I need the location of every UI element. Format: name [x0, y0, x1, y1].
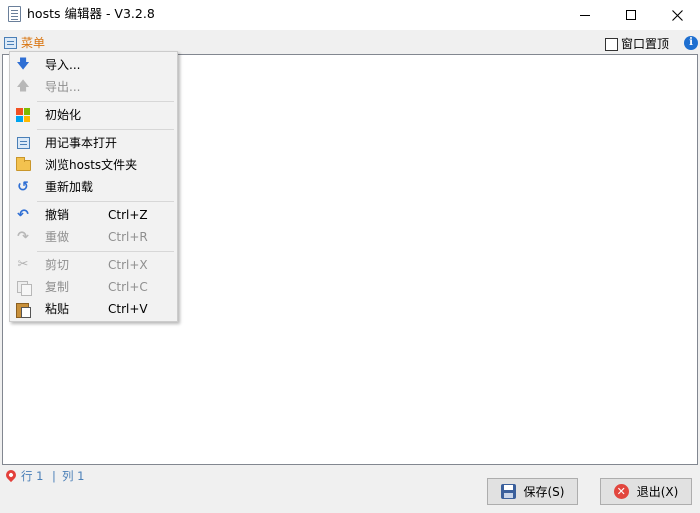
close-icon: [671, 9, 683, 21]
menu-item-shortcut: Ctrl+C: [108, 280, 148, 294]
menu-item-label: 初始化: [45, 108, 82, 122]
menu-item-initialize[interactable]: 初始化: [10, 104, 177, 126]
always-on-top-label: 窗口置顶: [621, 37, 670, 51]
menu-item-label: 用记事本打开: [45, 136, 118, 150]
menu-item-label: 浏览hosts文件夹: [45, 158, 138, 172]
menu-separator: [37, 251, 174, 252]
menu-item-label: 剪切: [45, 258, 70, 272]
status-separator: |: [52, 469, 56, 483]
windows-logo-icon: [15, 107, 31, 123]
menu-item-label: 粘贴: [45, 302, 70, 316]
maximize-icon: [626, 10, 636, 20]
menu-label: 菜单: [21, 36, 46, 50]
menu-button[interactable]: 菜单: [4, 35, 45, 51]
status-column: 列 1: [62, 469, 85, 483]
app-icon: [8, 6, 21, 22]
menu-item-paste[interactable]: 粘贴 Ctrl+V: [10, 298, 177, 320]
status-row: 行 1: [21, 469, 44, 483]
notepad-icon: [15, 135, 31, 151]
menu-item-label: 重做: [45, 230, 70, 244]
always-on-top-toggle[interactable]: 窗口置顶: [605, 36, 669, 52]
exit-icon: ✕: [613, 484, 629, 499]
arrow-up-icon: 🡅: [16, 79, 30, 94]
menu-item-label: 导入...: [45, 58, 81, 72]
reload-icon: ↺: [17, 179, 29, 195]
minimize-button[interactable]: [562, 0, 608, 30]
menu-item-shortcut: Ctrl+Z: [108, 208, 148, 222]
close-button[interactable]: [654, 0, 700, 30]
title-bar: hosts 编辑器 - V3.2.8: [0, 0, 700, 30]
menu-item-label: 复制: [45, 280, 70, 294]
menu-item-shortcut: Ctrl+X: [108, 258, 148, 272]
exit-button[interactable]: ✕ 退出(X): [600, 478, 692, 505]
menu-item-export[interactable]: 🡅 导出...: [10, 76, 177, 98]
menu-item-shortcut: Ctrl+V: [108, 302, 148, 316]
menu-item-copy[interactable]: 复制 Ctrl+C: [10, 276, 177, 298]
menu-item-import[interactable]: 🡇 导入...: [10, 54, 177, 76]
menu-separator: [37, 129, 174, 130]
menu-item-shortcut: Ctrl+R: [108, 230, 148, 244]
save-button[interactable]: 保存(S): [487, 478, 578, 505]
menu-item-open-notepad[interactable]: 用记事本打开: [10, 132, 177, 154]
menu-item-cut[interactable]: ✂ 剪切 Ctrl+X: [10, 254, 177, 276]
menu-item-label: 导出...: [45, 80, 81, 94]
window-title: hosts 编辑器 - V3.2.8: [27, 6, 155, 21]
info-icon[interactable]: i: [684, 36, 698, 50]
always-on-top-checkbox[interactable]: [605, 37, 618, 51]
menu-item-redo[interactable]: ↷ 重做 Ctrl+R: [10, 226, 177, 248]
undo-icon: ↶: [17, 207, 29, 223]
minimize-icon: [580, 14, 590, 16]
menu-item-reload[interactable]: ↺ 重新加载: [10, 176, 177, 198]
exit-button-label: 退出(X): [636, 485, 679, 499]
menu-separator: [37, 201, 174, 202]
save-icon: [500, 484, 516, 499]
menu-item-browse-folder[interactable]: 浏览hosts文件夹: [10, 154, 177, 176]
menu-item-label: 撤销: [45, 208, 70, 222]
redo-icon: ↷: [17, 229, 29, 245]
cut-icon: ✂: [17, 257, 29, 272]
menu-separator: [37, 101, 174, 102]
arrow-down-icon: 🡇: [16, 57, 30, 72]
maximize-button[interactable]: [608, 0, 654, 30]
paste-icon: [15, 301, 31, 318]
menu-item-label: 重新加载: [45, 180, 94, 194]
context-menu: 🡇 导入... 🡅 导出... 初始化 用记事本打开 浏览hosts文件夹 ↺ …: [9, 51, 178, 322]
save-button-label: 保存(S): [523, 485, 565, 499]
menu-item-undo[interactable]: ↶ 撤销 Ctrl+Z: [10, 204, 177, 226]
menu-icon: [4, 37, 17, 49]
folder-icon: [15, 156, 31, 173]
copy-icon: [15, 279, 32, 296]
location-pin-icon: [3, 467, 19, 483]
